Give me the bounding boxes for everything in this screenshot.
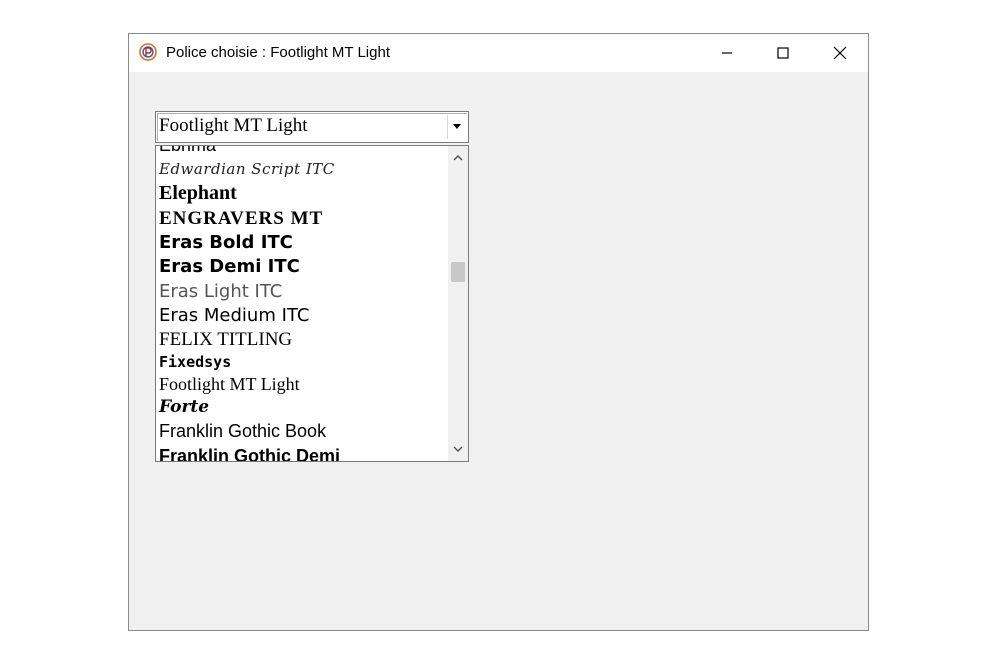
list-item-franklin-gothic-demi[interactable]: Franklin Gothic Demi [156, 444, 446, 461]
chevron-up-icon [453, 155, 463, 161]
selected-font-value: Footlight MT Light [159, 115, 308, 136]
list-item-franklin-gothic-book[interactable]: Franklin Gothic Book [156, 419, 446, 444]
java-app-icon [139, 43, 157, 61]
list-item-ebrima[interactable]: Ebrima [156, 146, 446, 157]
maximize-button[interactable] [755, 34, 811, 72]
font-list[interactable]: Ebrima Edwardian Script ITC Elephant ENG… [155, 145, 469, 462]
maximize-icon [777, 47, 789, 59]
list-item-engravers[interactable]: ENGRAVERS MT [156, 206, 446, 231]
title-bar[interactable]: Police choisie : Footlight MT Light [129, 34, 868, 72]
close-button[interactable] [812, 34, 868, 72]
scroll-up-button[interactable] [448, 148, 468, 168]
list-item-eras-medium[interactable]: Eras Medium ITC [156, 304, 446, 328]
chevron-down-icon [453, 124, 461, 129]
dropdown-button[interactable] [447, 115, 466, 139]
app-window: Police choisie : Footlight MT Light Foot… [128, 33, 869, 631]
list-item-forte[interactable]: Forte [156, 396, 446, 419]
close-icon [833, 46, 847, 60]
scroll-down-button[interactable] [448, 439, 468, 459]
vertical-scrollbar[interactable] [448, 146, 468, 461]
minimize-icon [722, 52, 732, 54]
list-item-elephant[interactable]: Elephant [156, 181, 446, 206]
list-item-fixedsys[interactable]: Fixedsys [156, 352, 446, 373]
list-item-eras-light[interactable]: Eras Light ITC [156, 279, 446, 304]
list-item-felix-titling[interactable]: FELIX TITLING [156, 328, 446, 352]
window-title: Police choisie : Footlight MT Light [166, 44, 390, 61]
minimize-button[interactable] [699, 34, 755, 72]
scroll-thumb[interactable] [451, 262, 465, 282]
list-item-footlight[interactable]: Footlight MT Light [156, 373, 446, 396]
list-item-eras-demi[interactable]: Eras Demi ITC [156, 255, 446, 279]
chevron-down-icon [453, 446, 463, 452]
list-item-edwardian-script[interactable]: Edwardian Script ITC [156, 157, 446, 181]
list-item-eras-bold[interactable]: Eras Bold ITC [156, 231, 446, 255]
font-combobox[interactable]: Footlight MT Light [155, 111, 469, 143]
font-list-items: Ebrima Edwardian Script ITC Elephant ENG… [156, 146, 446, 461]
